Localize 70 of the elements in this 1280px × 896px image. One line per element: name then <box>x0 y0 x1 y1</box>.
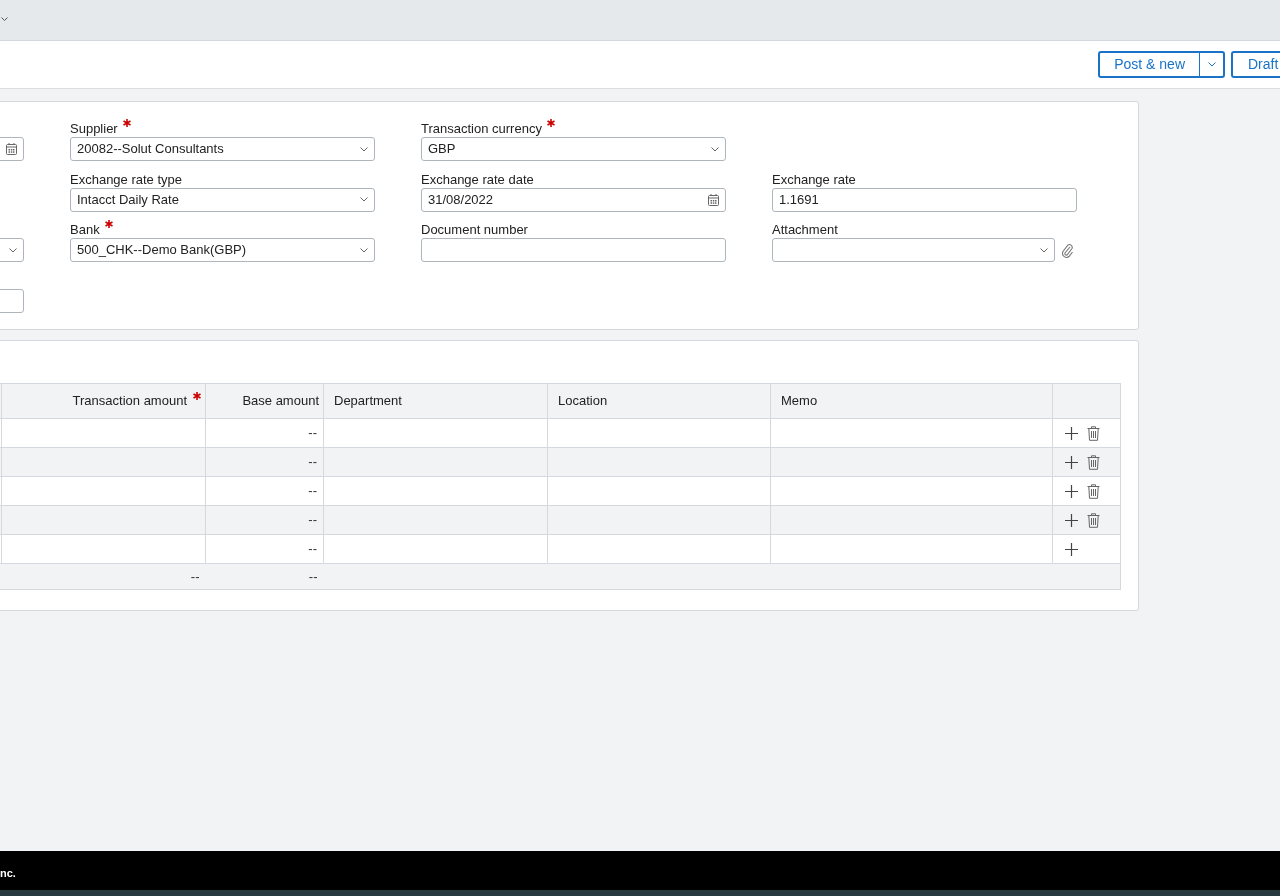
amount-input-cell[interactable] <box>1 447 206 477</box>
table-cell[interactable] <box>770 505 1053 535</box>
table-cell[interactable] <box>547 476 771 506</box>
column-header: Department <box>334 393 402 409</box>
chevron-down-icon <box>360 197 368 202</box>
amount-input-cell[interactable] <box>1 505 206 535</box>
base-amount-text: -- <box>308 483 317 499</box>
chevron-down-icon <box>360 247 368 253</box>
table-cell[interactable] <box>770 418 1053 448</box>
table-cell[interactable] <box>770 476 1053 506</box>
add-row-icon[interactable] <box>1065 484 1078 498</box>
table-cell[interactable] <box>770 447 1053 477</box>
table-cell[interactable] <box>323 418 548 448</box>
field-label: Attachment <box>772 221 838 239</box>
paperclip-icon[interactable] <box>1061 242 1074 258</box>
trash-icon[interactable] <box>1087 483 1100 499</box>
amount-input-cell[interactable] <box>1 418 206 448</box>
field-label: Exchange rate date <box>421 170 534 189</box>
add-row-icon[interactable] <box>1065 513 1078 527</box>
field-label: Supplier <box>70 120 118 138</box>
base-amount-text: -- <box>308 512 317 528</box>
base-amount-text: -- <box>308 541 317 557</box>
column-header: Memo <box>781 393 818 409</box>
input-field[interactable]: 1.1691 <box>772 187 1077 212</box>
draft-button[interactable]: Draft <box>1231 51 1280 78</box>
field-label: Bank <box>70 221 100 239</box>
add-row-icon[interactable] <box>1065 426 1078 440</box>
dropdown-field[interactable]: GBP <box>421 137 726 161</box>
input-field[interactable] <box>421 238 726 262</box>
table-cell[interactable] <box>323 476 548 506</box>
date-field[interactable]: 31/08/2022 <box>421 187 726 212</box>
table-cell[interactable] <box>547 505 771 535</box>
add-row-icon[interactable] <box>1065 455 1078 469</box>
trash-icon[interactable] <box>1087 425 1100 441</box>
trash-icon[interactable] <box>1087 454 1100 470</box>
table-cell[interactable] <box>547 447 771 477</box>
dropdown-field[interactable]: 500_CHK--Demo Bank(GBP) <box>70 238 375 262</box>
column-header: Transaction amount <box>72 393 187 409</box>
table-cell[interactable] <box>547 418 771 448</box>
table-cell[interactable] <box>770 534 1053 564</box>
base-amount-text: -- <box>308 425 317 441</box>
table-cell[interactable] <box>323 534 548 564</box>
footer-text: nc. <box>0 866 16 882</box>
trash-icon[interactable] <box>1087 512 1100 528</box>
column-header: Location <box>558 393 608 409</box>
chevron-down-icon <box>360 146 368 152</box>
field-label: Document number <box>421 221 528 239</box>
field-label: Exchange rate <box>772 170 856 189</box>
amount-input-cell[interactable] <box>1 534 206 564</box>
calendar-icon[interactable] <box>6 143 17 155</box>
field-label: Exchange rate type <box>70 170 183 189</box>
total-text: -- <box>190 568 200 584</box>
table-cell[interactable] <box>547 534 771 564</box>
total-text: -- <box>308 568 318 584</box>
dropdown-field[interactable]: 20082--Solut Consultants <box>70 137 375 161</box>
amount-input-cell[interactable] <box>1 476 206 506</box>
table-cell[interactable] <box>323 505 548 535</box>
base-amount-text: -- <box>308 454 317 470</box>
column-header: Base amount <box>242 393 319 409</box>
add-row-icon[interactable] <box>1065 542 1078 556</box>
calendar-icon[interactable] <box>708 193 719 206</box>
chevron-down-icon <box>1040 247 1048 253</box>
table-cell[interactable] <box>323 447 548 477</box>
dropdown-field[interactable]: Intacct Daily Rate <box>70 187 375 212</box>
field-label: Transaction currency <box>421 120 542 138</box>
chevron-down-icon[interactable] <box>1207 62 1216 67</box>
chevron-down-icon <box>711 146 719 152</box>
dropdown-field[interactable] <box>772 238 1055 262</box>
chevron-down-icon <box>9 247 17 253</box>
chevron-down-icon[interactable] <box>1 16 8 22</box>
